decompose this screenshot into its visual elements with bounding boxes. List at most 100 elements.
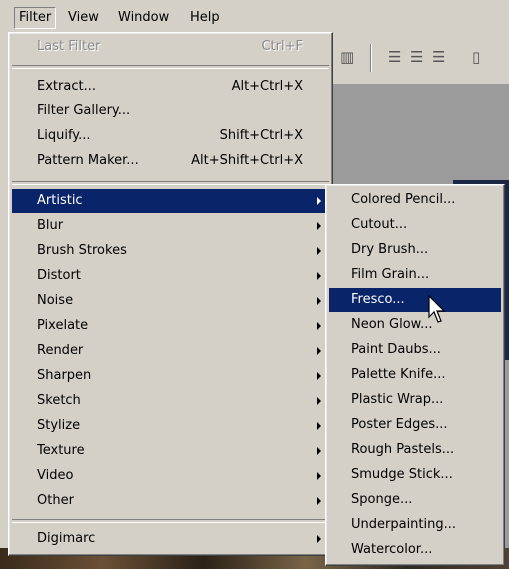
submenu-arrow-icon xyxy=(317,297,321,305)
menu-item-digimarc[interactable]: Digimarc xyxy=(12,527,329,551)
submenu-arrow-icon xyxy=(317,222,321,230)
menu-separator xyxy=(12,519,329,523)
menubar-view[interactable]: View xyxy=(64,8,103,28)
options-toolbar: ▥ ☰ ☰ ☰ ▯ xyxy=(330,38,509,78)
filter-menu: Last Filter Ctrl+F Extract... Alt+Ctrl+X… xyxy=(8,32,333,556)
menu-item-label: Extract... xyxy=(37,79,96,94)
artistic-submenu: Colored Pencil... Cutout... Dry Brush...… xyxy=(325,184,505,566)
menu-item-label: Sketch xyxy=(37,393,81,408)
menu-item-label: Digimarc xyxy=(37,531,96,546)
menu-item-sketch[interactable]: Sketch xyxy=(12,389,329,413)
menu-item-video[interactable]: Video xyxy=(12,464,329,488)
submenu-item-label: Smudge Stick... xyxy=(351,467,453,482)
submenu-item-label: Fresco... xyxy=(351,292,405,307)
submenu-arrow-icon xyxy=(317,197,321,205)
menubar-help[interactable]: Help xyxy=(186,8,224,28)
toolbar-separator xyxy=(370,44,372,72)
submenu-item-label: Film Grain... xyxy=(351,267,430,282)
menu-item-render[interactable]: Render xyxy=(12,339,329,363)
menu-item-label: Brush Strokes xyxy=(37,243,127,258)
submenu-arrow-icon xyxy=(317,397,321,405)
menu-item-extract[interactable]: Extract... Alt+Ctrl+X xyxy=(12,75,329,99)
menu-item-pattern-maker[interactable]: Pattern Maker... Alt+Shift+Ctrl+X xyxy=(12,149,329,173)
distribute-center-icon[interactable]: ☰ xyxy=(410,48,423,66)
submenu-item-underpainting[interactable]: Underpainting... xyxy=(329,513,501,537)
submenu-item-plastic-wrap[interactable]: Plastic Wrap... xyxy=(329,388,501,412)
submenu-item-film-grain[interactable]: Film Grain... xyxy=(329,263,501,287)
submenu-item-label: Palette Knife... xyxy=(351,367,446,382)
menu-item-brush-strokes[interactable]: Brush Strokes xyxy=(12,239,329,263)
menu-item-label: Blur xyxy=(37,218,64,233)
submenu-item-fresco[interactable]: Fresco... xyxy=(329,288,501,312)
menu-item-label: Last Filter xyxy=(37,39,101,54)
menu-item-shortcut: Alt+Ctrl+X xyxy=(231,79,303,94)
menu-item-label: Artistic xyxy=(37,193,83,208)
submenu-item-neon-glow[interactable]: Neon Glow... xyxy=(329,313,501,337)
menu-item-label: Sharpen xyxy=(37,368,92,383)
menu-bar: Filter View Window Help xyxy=(0,0,509,34)
submenu-item-label: Paint Daubs... xyxy=(351,342,441,357)
submenu-item-label: Watercolor... xyxy=(351,542,433,557)
menubar-window[interactable]: Window xyxy=(114,8,173,28)
submenu-arrow-icon xyxy=(317,372,321,380)
submenu-item-colored-pencil[interactable]: Colored Pencil... xyxy=(329,188,501,212)
distribute-left-icon[interactable]: ▯ xyxy=(472,48,480,66)
menu-item-stylize[interactable]: Stylize xyxy=(12,414,329,438)
menu-item-label: Other xyxy=(37,493,74,508)
menu-item-pixelate[interactable]: Pixelate xyxy=(12,314,329,338)
menu-item-artistic[interactable]: Artistic xyxy=(12,189,329,213)
menu-item-noise[interactable]: Noise xyxy=(12,289,329,313)
submenu-arrow-icon xyxy=(317,472,321,480)
distribute-top-icon[interactable]: ☰ xyxy=(388,48,401,66)
submenu-arrow-icon xyxy=(317,247,321,255)
submenu-item-smudge-stick[interactable]: Smudge Stick... xyxy=(329,463,501,487)
menu-item-label: Texture xyxy=(37,443,85,458)
submenu-item-label: Rough Pastels... xyxy=(351,442,455,457)
menu-item-other[interactable]: Other xyxy=(12,489,329,513)
submenu-item-label: Colored Pencil... xyxy=(351,192,456,207)
submenu-item-poster-edges[interactable]: Poster Edges... xyxy=(329,413,501,437)
menu-item-label: Liquify... xyxy=(37,128,91,143)
submenu-item-label: Cutout... xyxy=(351,217,408,232)
submenu-arrow-icon xyxy=(317,447,321,455)
menu-item-label: Stylize xyxy=(37,418,81,433)
submenu-item-watercolor[interactable]: Watercolor... xyxy=(329,538,501,562)
submenu-item-sponge[interactable]: Sponge... xyxy=(329,488,501,512)
submenu-item-label: Plastic Wrap... xyxy=(351,392,444,407)
menu-item-shortcut: Ctrl+F xyxy=(261,39,303,54)
submenu-item-label: Underpainting... xyxy=(351,517,457,532)
submenu-item-label: Sponge... xyxy=(351,492,413,507)
submenu-arrow-icon xyxy=(317,497,321,505)
submenu-item-palette-knife[interactable]: Palette Knife... xyxy=(329,363,501,387)
menu-item-shortcut: Shift+Ctrl+X xyxy=(219,128,303,143)
menu-item-texture[interactable]: Texture xyxy=(12,439,329,463)
submenu-arrow-icon xyxy=(317,272,321,280)
menu-item-last-filter: Last Filter Ctrl+F xyxy=(12,35,329,59)
menubar-filter[interactable]: Filter xyxy=(14,7,57,29)
submenu-item-paint-daubs[interactable]: Paint Daubs... xyxy=(329,338,501,362)
menu-item-sharpen[interactable]: Sharpen xyxy=(12,364,329,388)
submenu-item-cutout[interactable]: Cutout... xyxy=(329,213,501,237)
menu-item-blur[interactable]: Blur xyxy=(12,214,329,238)
align-tool-icon[interactable]: ▥ xyxy=(340,48,354,66)
submenu-arrow-icon xyxy=(317,535,321,543)
menu-item-label: Noise xyxy=(37,293,74,308)
menu-separator xyxy=(12,181,329,185)
menu-item-label: Pixelate xyxy=(37,318,89,333)
menu-item-label: Pattern Maker... xyxy=(37,153,139,168)
submenu-item-dry-brush[interactable]: Dry Brush... xyxy=(329,238,501,262)
menu-item-distort[interactable]: Distort xyxy=(12,264,329,288)
submenu-arrow-icon xyxy=(317,322,321,330)
menu-item-shortcut: Alt+Shift+Ctrl+X xyxy=(191,153,303,168)
menu-item-liquify[interactable]: Liquify... Shift+Ctrl+X xyxy=(12,124,329,148)
distribute-bottom-icon[interactable]: ☰ xyxy=(432,48,445,66)
submenu-arrow-icon xyxy=(317,422,321,430)
menu-item-label: Filter Gallery... xyxy=(37,103,131,118)
menu-item-filter-gallery[interactable]: Filter Gallery... xyxy=(12,99,329,123)
menu-item-label: Render xyxy=(37,343,84,358)
submenu-item-label: Poster Edges... xyxy=(351,417,448,432)
mouse-pointer-icon xyxy=(428,295,446,323)
submenu-item-rough-pastels[interactable]: Rough Pastels... xyxy=(329,438,501,462)
submenu-item-label: Neon Glow... xyxy=(351,317,433,332)
submenu-arrow-icon xyxy=(317,347,321,355)
